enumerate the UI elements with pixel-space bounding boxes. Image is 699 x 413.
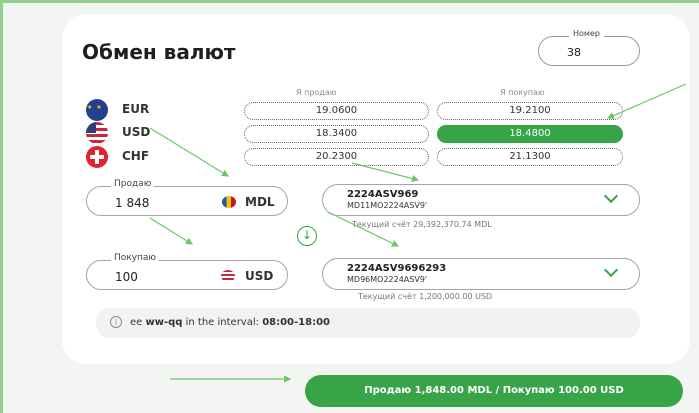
swap-arrow-down-icon[interactable]: ↓ xyxy=(297,226,317,246)
sell-amount: 1 848 xyxy=(115,196,150,210)
buy-column-header: Я покупаю xyxy=(500,88,545,97)
buy-amount: 100 xyxy=(115,270,138,284)
submit-exchange-button[interactable]: Продаю 1,848.00 MDL / Покупаю 100.00 USD xyxy=(305,375,683,407)
sell-account-balance: Текущий счёт 29,392,370.74 MDL xyxy=(352,220,492,229)
buy-label: Покупаю xyxy=(111,253,160,263)
rate-chf-buy[interactable]: 21.1300 xyxy=(437,148,623,166)
rate-eur-sell[interactable]: 19.0600 xyxy=(244,102,429,120)
buy-amount-field[interactable]: Покупаю 100 USD xyxy=(86,253,288,290)
page-title: Обмен валют xyxy=(82,40,236,64)
sell-column-header: Я продаю xyxy=(296,88,337,97)
currency-chf: CHF xyxy=(86,146,226,168)
currency-code: EUR xyxy=(122,102,150,116)
currency-eur: EUR xyxy=(86,99,226,121)
sell-account-iban: MD11MO2224ASV9' xyxy=(347,201,428,210)
number-label: Номер xyxy=(569,29,604,38)
balance-label: Текущий счёт xyxy=(358,292,417,301)
chevron-down-icon[interactable] xyxy=(605,193,617,205)
sell-account-number: 2224ASV969 xyxy=(347,189,419,200)
rate-chf-sell[interactable]: 20.2300 xyxy=(244,148,429,166)
swiss-flag-icon xyxy=(86,146,108,168)
buy-currency: USD xyxy=(245,269,274,283)
chevron-down-icon[interactable] xyxy=(605,267,617,279)
sell-label: Продаю xyxy=(111,179,155,189)
buy-account-balance: Текущий счёт 1,200,000.00 USD xyxy=(358,292,492,301)
buy-account-iban: MD96MO2224ASV9' xyxy=(347,275,428,284)
balance-label: Текущий счёт xyxy=(352,220,411,229)
us-flag-icon xyxy=(221,270,235,282)
sell-currency: MDL xyxy=(245,195,275,209)
buy-account-number: 2224ASV9696293 xyxy=(347,263,447,274)
rate-eur-buy[interactable]: 19.2100 xyxy=(437,102,623,120)
sell-amount-field[interactable]: Продаю 1 848 MDL xyxy=(86,179,288,216)
info-banner: i ee ww-qq in the interval: 08:00-18:00 xyxy=(96,308,640,338)
us-flag-icon xyxy=(86,122,108,144)
rate-usd-sell[interactable]: 18.3400 xyxy=(244,125,429,143)
info-icon: i xyxy=(110,316,122,328)
sell-account-select[interactable]: 2224ASV969 MD11MO2224ASV9' xyxy=(322,184,640,216)
balance-value: 1,200,000.00 USD xyxy=(419,292,493,301)
moldova-flag-icon xyxy=(222,196,236,208)
buy-account-select[interactable]: 2224ASV9696293 MD96MO2224ASV9' xyxy=(322,258,640,290)
currency-code: CHF xyxy=(122,149,150,163)
balance-value: 29,392,370.74 MDL xyxy=(413,220,492,229)
rate-usd-buy[interactable]: 18.4800 xyxy=(437,125,623,143)
currency-usd: USD xyxy=(86,122,226,144)
currency-code: USD xyxy=(122,125,151,139)
info-text: ee ww-qq in the interval: 08:00-18:00 xyxy=(130,317,330,328)
number-value: 38 xyxy=(567,46,581,59)
eu-flag-icon xyxy=(86,99,108,121)
number-field[interactable]: Номер 38 xyxy=(538,29,640,66)
